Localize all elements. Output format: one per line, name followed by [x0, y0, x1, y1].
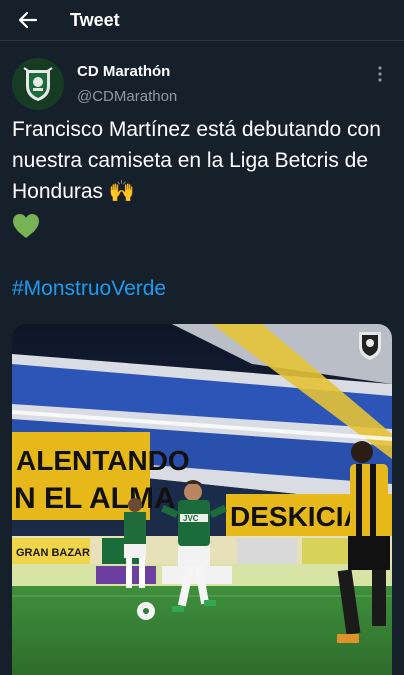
- vertical-dots-icon: [378, 66, 382, 82]
- banner-right: DESKICIA: [230, 501, 364, 532]
- ad-left-text: GRAN BAZAR: [16, 547, 90, 559]
- tweet-author-header: CD Marathón @CDMarathon: [12, 58, 392, 112]
- more-options-button[interactable]: [368, 66, 392, 86]
- back-button[interactable]: [0, 0, 56, 40]
- tweet-text: Francisco Martínez está debutando con nu…: [12, 114, 396, 239]
- banner-left-line1: ALENTANDO: [16, 445, 190, 476]
- banner-left-line2: N EL ALMA: [14, 482, 176, 515]
- match-photo: ALENTANDO N EL ALMA DESKICIA GRAN BAZAR: [12, 324, 392, 675]
- player-sponsor: JVC: [183, 514, 199, 523]
- raised-hands-emoji: 🙌: [108, 180, 136, 203]
- tweet-media-image[interactable]: ALENTANDO N EL ALMA DESKICIA GRAN BAZAR: [12, 324, 392, 675]
- top-navigation-bar: Tweet: [0, 0, 404, 41]
- author-name[interactable]: CD Marathón: [77, 63, 170, 80]
- tweet-body: Francisco Martínez está debutando con nu…: [12, 118, 381, 203]
- author-handle[interactable]: @CDMarathon: [77, 88, 177, 105]
- green-heart-icon: [13, 214, 39, 238]
- club-crest-icon: [23, 67, 53, 101]
- arrow-left-icon: [18, 11, 38, 29]
- page-title: Tweet: [70, 9, 120, 30]
- avatar[interactable]: [12, 58, 64, 110]
- hashtag-link[interactable]: #MonstruoVerde: [12, 277, 166, 301]
